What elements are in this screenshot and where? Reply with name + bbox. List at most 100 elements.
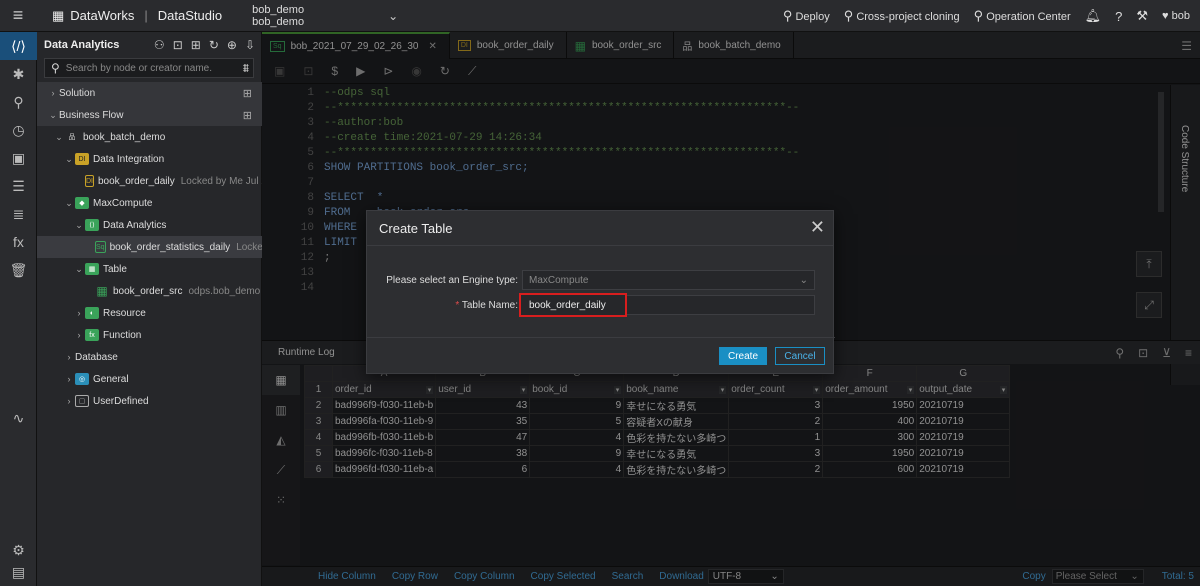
- create-table-dialog: Create Table ✕ Please select an Engine t…: [366, 210, 835, 374]
- operation-center-link[interactable]: ⚲ Operation Center: [974, 8, 1071, 24]
- tree-item-business-flow[interactable]: ⌄ Business Flow ⊞: [37, 104, 262, 126]
- general-icon: ◎: [75, 373, 89, 385]
- search-box: ⚲ ⩩: [44, 58, 254, 78]
- search-nav-icon[interactable]: ⚲: [0, 88, 37, 116]
- chevron-right-icon: ›: [77, 308, 81, 318]
- tree-item-userdefined[interactable]: › ▢ UserDefined: [37, 390, 262, 412]
- engine-type-row: Please select an Engine type: MaxCompute…: [367, 270, 835, 290]
- cancel-button[interactable]: Cancel: [775, 347, 825, 365]
- refresh-icon[interactable]: ↻: [209, 38, 219, 52]
- user-defined-icon: ▢: [75, 395, 89, 407]
- search-icon: ⚲: [51, 61, 60, 75]
- chevron-right-icon: ›: [77, 330, 81, 340]
- import-icon[interactable]: ⇩: [245, 38, 255, 52]
- search-input[interactable]: [65, 62, 216, 74]
- brand: ▦ DataWorks | DataStudio: [36, 8, 222, 24]
- tree-item-book-order-statistics-daily[interactable]: Sq book_order_statistics_daily Locked: [37, 236, 262, 258]
- brand-separator: |: [144, 8, 148, 23]
- dataworks-logo-icon: ▦: [52, 7, 65, 23]
- table-name-field[interactable]: book_order_daily: [519, 293, 815, 317]
- resource-icon: ◐: [85, 307, 99, 319]
- tree-item-database[interactable]: › Database: [37, 346, 262, 368]
- tree-item-data-analytics[interactable]: ⌄ ⟨⟩ Data Analytics: [37, 214, 262, 236]
- code-icon: ⟨⟩: [85, 219, 99, 231]
- new-file-icon[interactable]: ⊞: [191, 38, 201, 52]
- table-icon: ▦: [85, 263, 99, 275]
- left-nav: ⟨/⟩ ✱ ⚲ ◷ ▣ ☰ ≣ fx 🗑︎ ∿ ⚙ ▤: [0, 32, 37, 586]
- engine-type-select[interactable]: MaxCompute ⌄: [522, 270, 815, 290]
- workflow-icon: 品: [68, 134, 76, 141]
- panel-toolbar: ⚇ ⊡ ⊞ ↻ ⊕ ⇩: [154, 38, 255, 52]
- user-menu[interactable]: ♥ bob: [1162, 10, 1190, 22]
- product-name: DataStudio: [157, 8, 223, 23]
- workspace-display-name: bob_demo: [252, 15, 305, 28]
- bell-icon[interactable]: 🔔︎: [1085, 8, 1102, 24]
- tree-item-data-integration[interactable]: ⌄ DI Data Integration: [37, 148, 262, 170]
- chevron-right-icon: ›: [67, 396, 71, 406]
- sql-node-icon: Sq: [95, 241, 106, 253]
- tree-item-function[interactable]: › fx Function: [37, 324, 262, 346]
- workspace-name: bob_demo: [252, 3, 305, 16]
- create-button[interactable]: Create: [719, 347, 767, 365]
- user-filter-icon[interactable]: ⚇: [154, 38, 165, 52]
- link-icon: ⚲: [782, 8, 793, 23]
- chevron-right-icon: ›: [67, 352, 71, 362]
- maxcompute-icon: ◆: [75, 197, 89, 209]
- table-name-row: * Table Name: book_order_daily: [367, 293, 835, 317]
- tree-item-book-batch-demo[interactable]: ⌄ 品 book_batch_demo: [37, 126, 262, 148]
- list-nav-icon[interactable]: ≣: [0, 200, 37, 228]
- chevron-down-icon: ⌄: [799, 274, 808, 286]
- brand-name: DataWorks: [70, 8, 135, 23]
- tree-item-table[interactable]: ⌄ ▦ Table: [37, 258, 262, 280]
- tree-item-maxcompute[interactable]: ⌄ ◆ MaxCompute: [37, 192, 262, 214]
- tree-item-solution[interactable]: › Solution ⊞: [37, 82, 262, 104]
- tree-item-book-order-daily[interactable]: DI book_order_daily Locked by Me Jul 29: [37, 170, 262, 192]
- component-nav-icon[interactable]: ✱: [0, 60, 37, 88]
- chevron-down-icon[interactable]: ⌄: [388, 9, 398, 23]
- chevron-down-icon: ⌄: [55, 131, 63, 142]
- menu-icon[interactable]: ≡: [0, 0, 36, 32]
- table-nav-icon[interactable]: ☰: [0, 172, 37, 200]
- filter-icon[interactable]: ⩩: [243, 61, 249, 76]
- table-name-input[interactable]: book_order_daily: [519, 293, 627, 317]
- wrench-icon[interactable]: ⚒: [1136, 8, 1148, 24]
- deploy-link[interactable]: ⚲ Deploy: [783, 8, 830, 24]
- dialog-footer: Create Cancel: [367, 337, 835, 373]
- data-integration-icon: DI: [75, 153, 89, 165]
- grid-icon[interactable]: ⊞: [243, 109, 252, 122]
- briefcase-nav-icon[interactable]: ▣: [0, 144, 37, 172]
- chevron-right-icon: ›: [67, 374, 71, 384]
- tree-item-general[interactable]: › ◎ General: [37, 368, 262, 390]
- tree-item-resource[interactable]: › ◐ Resource: [37, 302, 262, 324]
- close-icon[interactable]: ✕: [810, 217, 825, 238]
- chevron-down-icon: ⌄: [49, 109, 57, 120]
- chevron-down-icon: ⌄: [75, 263, 83, 274]
- tree: › Solution ⊞ ⌄ Business Flow ⊞ ⌄ 品 book_…: [37, 82, 262, 412]
- trash-nav-icon[interactable]: 🗑︎: [0, 256, 37, 284]
- link-icon: ⚲: [973, 8, 984, 23]
- collapse-icon[interactable]: ▤: [0, 558, 37, 586]
- grid-icon[interactable]: ⊞: [243, 87, 252, 100]
- data-analytics-panel: Data Analytics ⚇ ⊡ ⊞ ↻ ⊕ ⇩ ⚲ ⩩ › Solutio…: [37, 32, 262, 586]
- locate-icon[interactable]: ⊕: [227, 38, 237, 52]
- chevron-down-icon: ⌄: [75, 219, 83, 230]
- chevron-right-icon: ›: [51, 88, 55, 98]
- chevron-down-icon: ⌄: [65, 153, 73, 164]
- link-icon: ⚲: [843, 8, 854, 23]
- table-icon: ▦: [96, 284, 108, 298]
- open-icon[interactable]: ⊡: [173, 38, 183, 52]
- function-icon: fx: [85, 329, 99, 341]
- function-nav-icon[interactable]: fx: [0, 228, 37, 256]
- data-analytics-nav-icon[interactable]: ⟨/⟩: [0, 32, 37, 60]
- help-icon[interactable]: ?: [1115, 9, 1122, 24]
- table-name-label: * Table Name:: [455, 299, 518, 311]
- clock-nav-icon[interactable]: ◷: [0, 116, 37, 144]
- user-icon: ♥: [1162, 10, 1169, 22]
- cross-project-cloning-link[interactable]: ⚲ Cross-project cloning: [844, 8, 960, 24]
- workspace-selector[interactable]: bob_demo bob_demo: [252, 4, 304, 28]
- engine-type-label: Please select an Engine type:: [386, 274, 518, 286]
- top-bar: ≡ ▦ DataWorks | DataStudio bob_demo bob_…: [0, 0, 1200, 32]
- pulse-nav-icon[interactable]: ∿: [0, 404, 37, 432]
- tree-item-book-order-src[interactable]: ▦ book_order_src odps.bob_demo: [37, 280, 262, 302]
- chevron-down-icon: ⌄: [65, 197, 73, 208]
